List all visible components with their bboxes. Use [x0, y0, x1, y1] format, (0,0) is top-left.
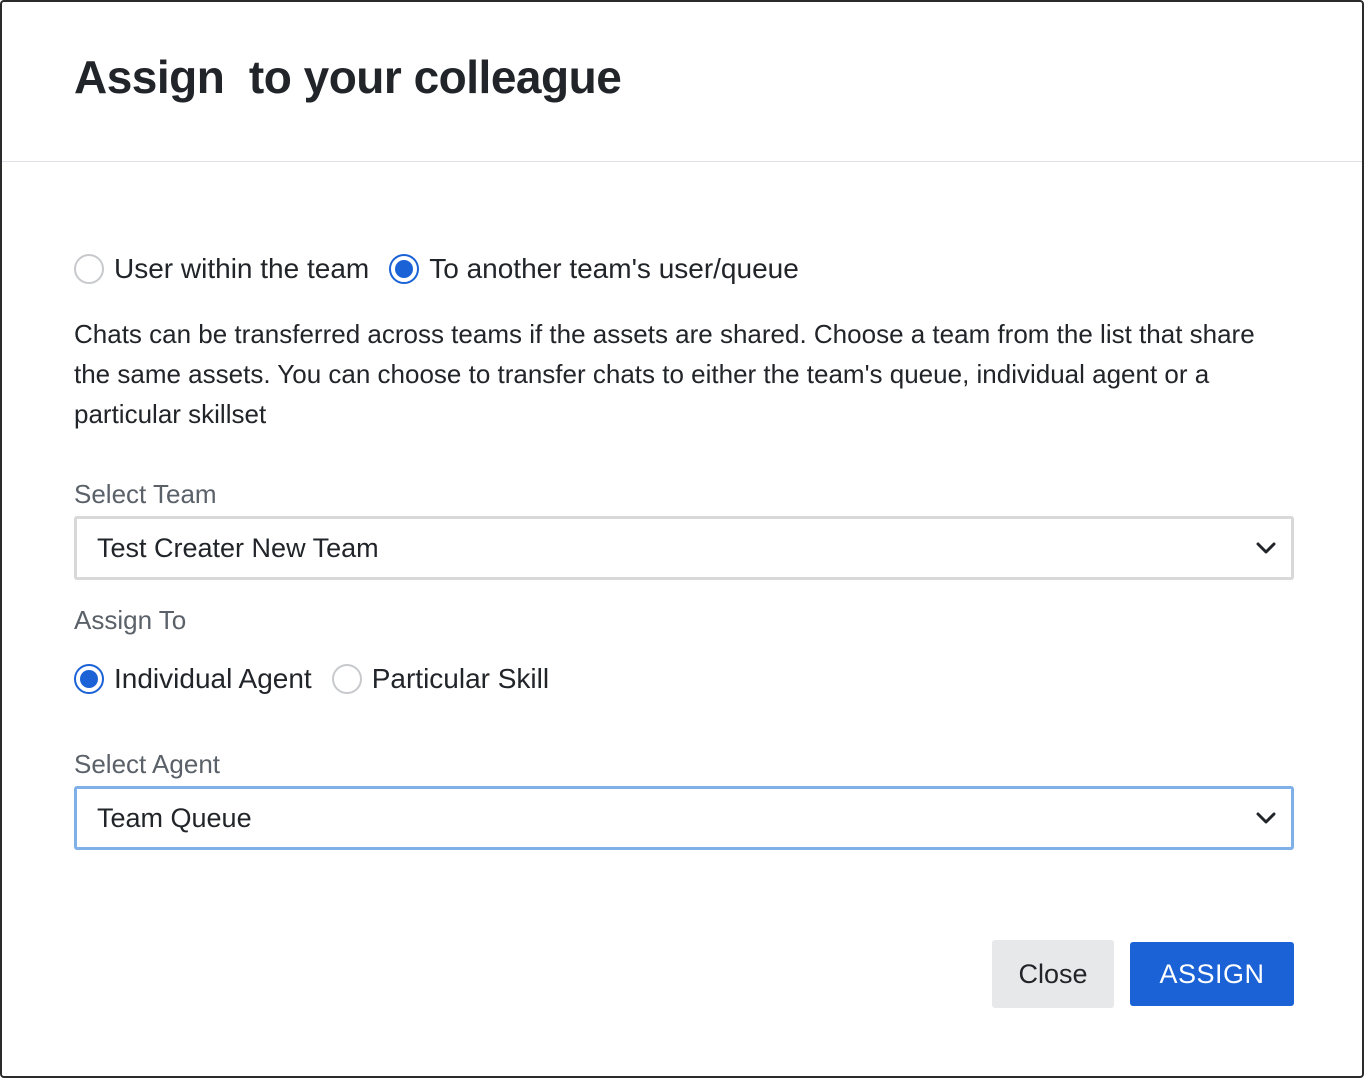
select-team-label: Select Team [74, 479, 217, 509]
radio-button[interactable] [74, 664, 104, 694]
modal-header: Assign to your colleague [2, 2, 1362, 162]
assign-button[interactable]: ASSIGN [1130, 942, 1294, 1006]
radio-label: To another team's user/queue [429, 253, 799, 284]
radio-user-within-team[interactable]: User within the team [74, 253, 369, 285]
assign-to-group: Individual Agent Particular Skill [74, 663, 549, 695]
close-button[interactable]: Close [992, 940, 1114, 1008]
radio-label: Particular Skill [371, 663, 550, 694]
assign-to-label: Assign To [74, 605, 187, 635]
transfer-description: Chats can be transferred across teams if… [74, 319, 1255, 429]
radio-label: User within the team [114, 253, 370, 284]
radio-button[interactable] [389, 254, 420, 284]
radio-another-team[interactable]: To another team's user/queue [389, 253, 799, 285]
radio-individual-agent[interactable]: Individual Agent [74, 663, 312, 695]
radio-button[interactable] [74, 254, 104, 284]
radio-particular-skill[interactable]: Particular Skill [331, 663, 550, 695]
chevron-down-icon [1256, 542, 1276, 554]
modal-title: Assign to your colleague [74, 51, 622, 103]
select-team-dropdown[interactable]: Test Creater New Team [74, 516, 1294, 580]
assign-modal: Assign to your colleague User within the… [0, 0, 1364, 1078]
select-agent-value: Team Queue [97, 802, 252, 833]
transfer-type-group: User within the team To another team's u… [74, 253, 799, 285]
select-team-value: Test Creater New Team [97, 532, 379, 563]
select-agent-dropdown[interactable]: Team Queue [74, 786, 1294, 850]
chevron-down-icon [1256, 812, 1276, 824]
radio-label: Individual Agent [114, 663, 312, 694]
radio-button[interactable] [331, 664, 362, 694]
select-agent-label: Select Agent [74, 749, 220, 779]
